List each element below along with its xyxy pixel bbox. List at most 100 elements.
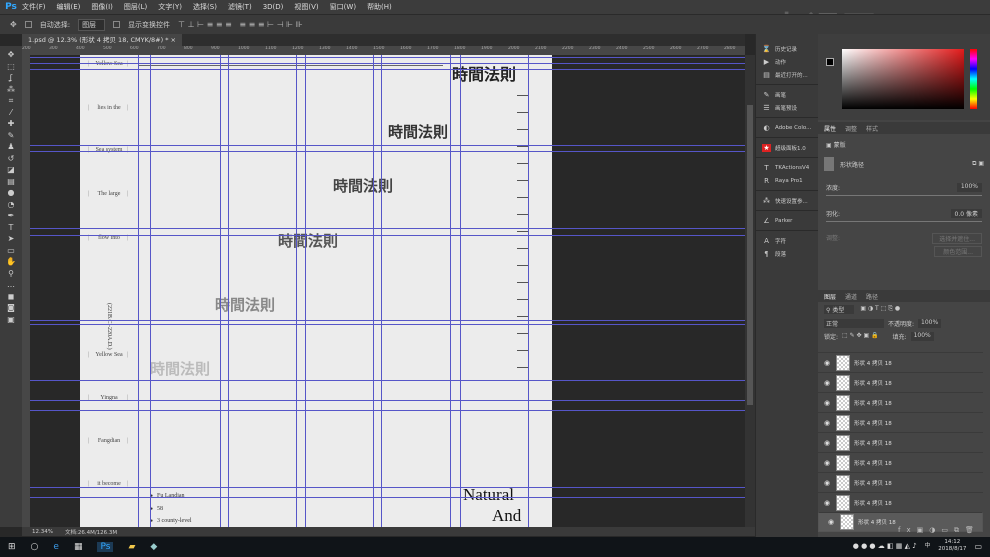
layer-row[interactable]: ◉ 形状 4 拷贝 18 <box>818 432 983 452</box>
eraser-icon[interactable]: ◪ <box>7 165 15 176</box>
tray-icons[interactable]: ● ● ● ☁ ◧ ▦ ◭ ♪ <box>853 542 917 550</box>
layer-row[interactable]: ◉ 形状 4 拷贝 18 <box>818 372 983 392</box>
marquee-tool-icon[interactable]: ⬚ <box>7 62 15 73</box>
lock-icons[interactable]: ⬚ ✎ ✥ ▣ 🔒 <box>842 332 879 341</box>
panel-adobe-color[interactable]: ◐ Adobe Colo... <box>756 121 818 134</box>
layer-row[interactable]: ◉ 形状 4 拷贝 18 <box>818 412 983 432</box>
visibility-eye-icon[interactable]: ◉ <box>818 379 836 387</box>
visibility-eye-icon[interactable]: ◉ <box>818 439 836 447</box>
pen-tool-icon[interactable]: ✒ <box>8 211 15 222</box>
tab-paths[interactable]: 路径 <box>866 292 878 301</box>
hue-slider[interactable] <box>970 49 977 109</box>
search-icon[interactable]: ○ <box>31 542 39 552</box>
visibility-eye-icon[interactable]: ◉ <box>818 399 836 407</box>
align-icons[interactable]: ⊤ ⊥ ⊢ ≡ ≡ ≡ ≡ ≡ ≡ ⊢ ⊣ ⊩ ⊪ <box>178 20 303 29</box>
app-icon[interactable]: ◆ <box>150 542 157 552</box>
menu-edit[interactable]: 编辑(E) <box>57 2 81 12</box>
path-select-icon[interactable]: ➤ <box>8 234 15 245</box>
close-tab-icon[interactable]: × <box>171 36 176 44</box>
color-range-button[interactable]: 颜色范围... <box>934 246 982 257</box>
healing-brush-icon[interactable]: ✚ <box>8 119 15 130</box>
visibility-eye-icon[interactable]: ◉ <box>818 499 836 507</box>
layer-row[interactable]: ◉ 形状 4 拷贝 18 <box>818 352 983 372</box>
layer-row[interactable]: ◉ 形状 4 拷贝 18 <box>818 492 983 512</box>
menu-3d[interactable]: 3D(D) <box>263 3 284 11</box>
tab-properties[interactable]: 属性 <box>824 124 836 133</box>
menu-help[interactable]: 帮助(H) <box>367 2 392 12</box>
auto-select-dropdown[interactable]: 图层 <box>78 18 106 31</box>
photoshop-taskbar-icon[interactable]: Ps <box>97 542 114 552</box>
menu-file[interactable]: 文件(F) <box>22 2 46 12</box>
move-tool-icon[interactable]: ✥ <box>8 50 15 61</box>
crop-tool-icon[interactable]: ⌗ <box>9 96 14 107</box>
blend-mode-dropdown[interactable]: 正常 <box>824 319 884 328</box>
panel-history[interactable]: ⌛ 历史记录 <box>756 42 818 55</box>
menu-filter[interactable]: 滤镜(T) <box>228 2 252 12</box>
tab-layers[interactable]: 图层 <box>824 292 836 301</box>
visibility-eye-icon[interactable]: ◉ <box>818 479 836 487</box>
shape-tool-icon[interactable]: ▭ <box>7 246 15 257</box>
panel-character[interactable]: A 字符 <box>756 234 818 247</box>
tab-styles[interactable]: 样式 <box>866 124 878 133</box>
edge-icon[interactable]: e <box>53 542 59 552</box>
layer-row[interactable]: ◉ 形状 4 拷贝 18 <box>818 472 983 492</box>
visibility-eye-icon[interactable]: ◉ <box>818 359 836 367</box>
quick-mask-icon[interactable]: ◙ <box>7 303 15 314</box>
move-tool-icon[interactable]: ✥ <box>10 20 17 29</box>
eyedropper-icon[interactable]: ⁄ <box>10 108 11 119</box>
dodge-icon[interactable]: ◔ <box>8 200 15 211</box>
panel-brush-preset[interactable]: ☰ 画笔预设 <box>756 101 818 114</box>
show-transform-checkbox[interactable] <box>113 21 121 28</box>
density-slider[interactable] <box>826 195 982 196</box>
menu-image[interactable]: 图像(I) <box>91 2 113 12</box>
start-icon[interactable]: ⊞ <box>8 542 16 552</box>
magic-wand-icon[interactable]: ⁂ <box>7 85 15 96</box>
file-explorer-icon[interactable]: ▰ <box>128 542 135 552</box>
panel-paragraph[interactable]: ¶ 段落 <box>756 247 818 260</box>
calculator-icon[interactable]: ▦ <box>74 542 83 552</box>
zoom-level[interactable]: 12.34% <box>32 529 53 535</box>
vertical-scrollbar[interactable] <box>745 55 755 527</box>
layer-actions-icons[interactable]: fx▣◑▭⧉🗑 <box>898 526 980 535</box>
feather-input[interactable]: 0.0 像素 <box>950 209 982 218</box>
type-tool-icon[interactable]: T <box>9 223 14 234</box>
panel-brush[interactable]: ✎ 画笔 <box>756 88 818 101</box>
layer-row[interactable]: ◉ 形状 4 拷贝 18 <box>818 392 983 412</box>
menu-type[interactable]: 文字(Y) <box>158 2 182 12</box>
blur-icon[interactable]: ● <box>8 188 15 199</box>
panel-recent[interactable]: ▤ 最近打开的... <box>756 68 818 81</box>
color-picker-field[interactable] <box>842 49 964 109</box>
panel-tkactions[interactable]: T TKActionsV4 <box>756 161 818 174</box>
panel-actions[interactable]: ▶ 动作 <box>756 55 818 68</box>
menu-view[interactable]: 视图(V) <box>294 2 318 12</box>
stamp-tool-icon[interactable]: ♟ <box>7 142 14 153</box>
visibility-eye-icon[interactable]: ◉ <box>818 419 836 427</box>
panel-quick-settings[interactable]: ⁂ 快速设置参... <box>756 194 818 207</box>
menu-select[interactable]: 选择(S) <box>193 2 217 12</box>
select-and-mask-button[interactable]: 选择并遮住... <box>932 233 982 244</box>
menu-layer[interactable]: 图层(L) <box>124 2 147 12</box>
panel-raya[interactable]: R Raya Pro1 <box>756 174 818 187</box>
foreground-color[interactable] <box>826 58 834 66</box>
panel-plugin[interactable]: ★ 超级面板1.0 <box>756 141 818 154</box>
tab-adjustments[interactable]: 调整 <box>845 124 857 133</box>
feather-slider[interactable] <box>826 221 982 222</box>
color-swatch-icon[interactable]: ◼ <box>8 292 15 303</box>
density-input[interactable]: 100% <box>956 183 982 192</box>
visibility-eye-icon[interactable]: ◉ <box>822 518 840 526</box>
opacity-input[interactable]: 100% <box>918 319 942 328</box>
panel-parker[interactable]: ∠ Parker <box>756 214 818 227</box>
ime-indicator[interactable]: 中 <box>925 543 931 550</box>
screen-mode-icon[interactable]: ▣ <box>7 315 15 326</box>
lasso-tool-icon[interactable]: ʆ <box>10 73 13 84</box>
filter-kind-dropdown[interactable]: ⚲ 类型 <box>824 305 855 314</box>
tab-channels[interactable]: 通道 <box>845 292 857 301</box>
more-tools-icon[interactable]: … <box>7 280 15 291</box>
document-tab[interactable]: 1.psd @ 12.3% (形状 4 拷贝 18, CMYK/8#) * × <box>22 34 182 46</box>
notifications-icon[interactable]: ▭ <box>974 542 982 550</box>
history-brush-icon[interactable]: ↺ <box>8 154 15 165</box>
gradient-icon[interactable]: ▤ <box>7 177 15 188</box>
filter-icons[interactable]: ▣ ◑ T ⬚ ⎘ ● <box>860 305 900 314</box>
fill-input[interactable]: 100% <box>910 332 934 341</box>
clock[interactable]: 14:12 2018/8/17 <box>938 539 966 553</box>
